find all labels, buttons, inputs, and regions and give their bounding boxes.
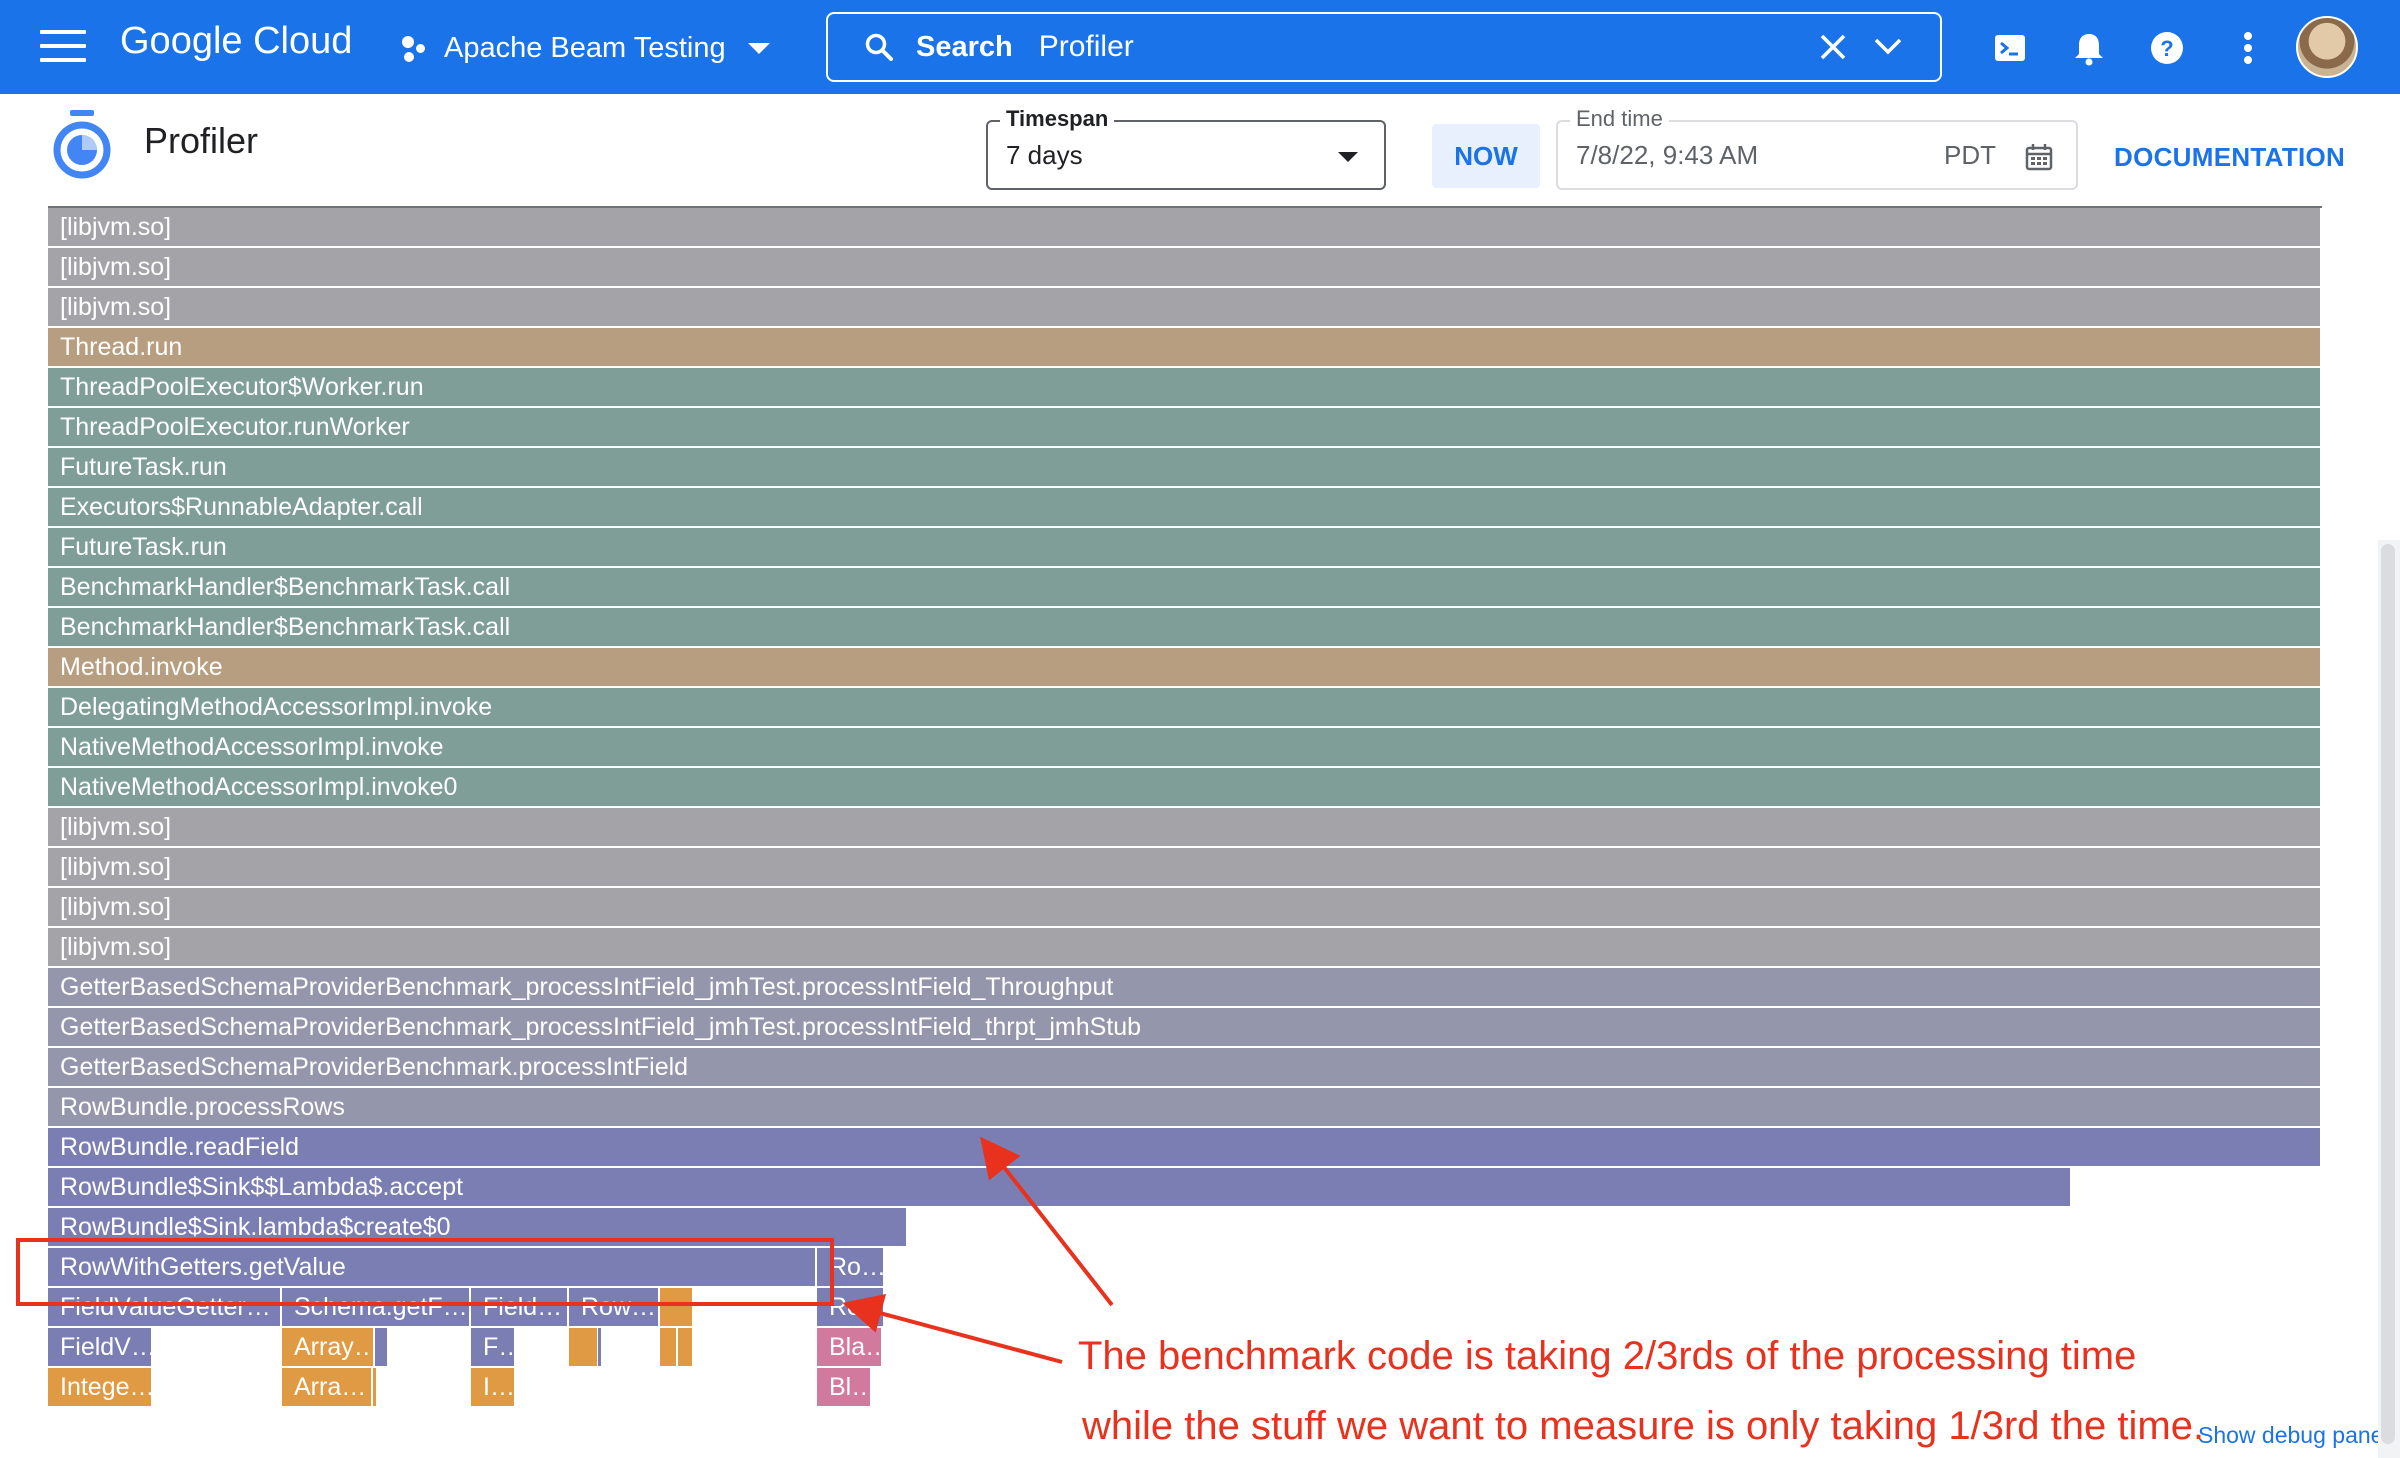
page-title: Profiler bbox=[144, 120, 259, 161]
flame-frame[interactable]: Arra… bbox=[282, 1368, 373, 1406]
chevron-down-icon bbox=[747, 42, 770, 54]
annotation-text-line-2: while the stuff we want to measure is on… bbox=[1082, 1404, 2205, 1448]
flame-frame[interactable]: F… bbox=[471, 1328, 516, 1366]
google-cloud-logo[interactable]: Google Cloud bbox=[120, 20, 352, 63]
annotation-text-line-1: The benchmark code is taking 2/3rds of t… bbox=[1078, 1334, 2137, 1378]
avatar[interactable] bbox=[2296, 16, 2358, 78]
flame-frame[interactable] bbox=[678, 1328, 694, 1366]
flame-frame[interactable] bbox=[660, 1328, 678, 1366]
flame-frame[interactable] bbox=[375, 1328, 389, 1366]
end-time-field[interactable]: End time 7/8/22, 9:43 AM PDT bbox=[1556, 106, 2078, 190]
flame-frame[interactable]: RowBundle.readField bbox=[48, 1128, 2322, 1166]
search-icon bbox=[865, 33, 893, 61]
project-selector[interactable]: Apache Beam Testing bbox=[400, 28, 770, 68]
flame-frame[interactable]: Method.invoke bbox=[48, 648, 2322, 686]
flame-frame[interactable]: [libjvm.so] bbox=[48, 288, 2322, 326]
timespan-value: 7 days bbox=[1006, 140, 1083, 170]
flame-frame[interactable]: Thread.run bbox=[48, 328, 2322, 366]
search-label: Search bbox=[916, 30, 1013, 63]
flame-frame[interactable]: FieldValueGetter… bbox=[48, 1288, 282, 1326]
flame-graph: [libjvm.so] [libjvm.so] [libjvm.so] Thread.… bbox=[48, 206, 2322, 1426]
notifications-icon[interactable] bbox=[2069, 28, 2109, 68]
flame-frame[interactable]: Bla… bbox=[817, 1328, 883, 1366]
top-app-bar: Google Cloud Apache Beam Testing Search bbox=[0, 0, 2400, 94]
flame-frame[interactable] bbox=[598, 1328, 603, 1366]
flame-frame[interactable]: Row… bbox=[569, 1288, 660, 1326]
documentation-link[interactable]: DOCUMENTATION bbox=[2114, 142, 2345, 173]
flame-frame[interactable]: [libjvm.so] bbox=[48, 208, 2322, 246]
flame-frame[interactable]: [libjvm.so] bbox=[48, 248, 2322, 286]
flame-frame[interactable]: RowBundle.processRows bbox=[48, 1088, 2322, 1126]
flame-frame[interactable]: [libjvm.so] bbox=[48, 928, 2322, 966]
timespan-label: Timespan bbox=[1000, 106, 1115, 132]
end-time-label: End time bbox=[1570, 106, 1669, 132]
timespan-select[interactable]: Timespan 7 days bbox=[986, 106, 1386, 190]
flame-frame[interactable]: ThreadPoolExecutor.runWorker bbox=[48, 408, 2322, 446]
flame-frame[interactable]: FutureTask.run bbox=[48, 448, 2322, 486]
flame-frame[interactable]: Ro… bbox=[817, 1288, 885, 1326]
search-bar[interactable]: Search bbox=[826, 12, 1942, 82]
flame-frame[interactable]: I… bbox=[471, 1368, 516, 1406]
flame-frame[interactable]: [libjvm.so] bbox=[48, 808, 2322, 846]
menu-icon[interactable] bbox=[40, 30, 86, 66]
flame-frame[interactable]: BenchmarkHandler$BenchmarkTask.call bbox=[48, 568, 2322, 606]
flame-frame[interactable]: [libjvm.so] bbox=[48, 848, 2322, 886]
more-vert-icon[interactable] bbox=[2228, 28, 2268, 68]
timezone-label: PDT bbox=[1944, 140, 1996, 170]
scrollbar-thumb[interactable] bbox=[2381, 544, 2395, 1444]
flame-frame[interactable]: Bl… bbox=[817, 1368, 872, 1406]
project-icon bbox=[400, 32, 432, 64]
dropdown-arrow-icon bbox=[1338, 152, 1358, 162]
cloud-shell-icon[interactable] bbox=[1990, 28, 2030, 68]
project-name: Apache Beam Testing bbox=[444, 31, 726, 64]
flame-frame[interactable]: RowBundle$Sink$$Lambda$.accept bbox=[48, 1168, 2072, 1206]
flame-frame[interactable]: ThreadPoolExecutor$Worker.run bbox=[48, 368, 2322, 406]
help-icon[interactable]: ? bbox=[2147, 28, 2187, 68]
flame-frame[interactable]: GetterBasedSchemaProviderBenchmark_proce… bbox=[48, 1008, 2322, 1046]
now-button[interactable]: NOW bbox=[1432, 124, 1540, 188]
flame-frame[interactable]: FutureTask.run bbox=[48, 528, 2322, 566]
flame-frame[interactable] bbox=[660, 1288, 694, 1326]
flame-frame[interactable]: DelegatingMethodAccessorImpl.invoke bbox=[48, 688, 2322, 726]
end-time-value: 7/8/22, 9:43 AM bbox=[1576, 140, 1759, 170]
calendar-icon[interactable] bbox=[2024, 142, 2054, 172]
flame-frame[interactable]: BenchmarkHandler$BenchmarkTask.call bbox=[48, 608, 2322, 646]
flame-frame[interactable]: Field… bbox=[471, 1288, 569, 1326]
flame-frame[interactable]: Intege… bbox=[48, 1368, 153, 1406]
flame-frame[interactable]: GetterBasedSchemaProviderBenchmark_proce… bbox=[48, 968, 2322, 1006]
flame-frame[interactable]: [libjvm.so] bbox=[48, 888, 2322, 926]
flame-frame[interactable] bbox=[569, 1328, 599, 1366]
flame-frame[interactable]: NativeMethodAccessorImpl.invoke0 bbox=[48, 768, 2322, 806]
flame-frame[interactable]: RowWithGetters.getValue bbox=[48, 1248, 817, 1286]
flame-frame[interactable]: Schema.getF… bbox=[282, 1288, 471, 1326]
close-icon[interactable] bbox=[1818, 32, 1848, 62]
flame-frame[interactable]: Ro… bbox=[817, 1248, 885, 1286]
flame-frame[interactable]: FieldV… bbox=[48, 1328, 153, 1366]
flame-frame[interactable]: Executors$RunnableAdapter.call bbox=[48, 488, 2322, 526]
profiler-logo-icon bbox=[53, 110, 111, 179]
flame-frame[interactable]: GetterBasedSchemaProviderBenchmark.proce… bbox=[48, 1048, 2322, 1086]
chevron-down-icon[interactable] bbox=[1872, 34, 1904, 60]
flame-frame[interactable] bbox=[373, 1368, 378, 1406]
svg-text:?: ? bbox=[2160, 36, 2173, 61]
flame-frame[interactable]: NativeMethodAccessorImpl.invoke bbox=[48, 728, 2322, 766]
show-debug-panel-link[interactable]: Show debug panel bbox=[2198, 1422, 2389, 1449]
search-input[interactable] bbox=[1036, 29, 1741, 65]
flame-frame[interactable]: Array… bbox=[282, 1328, 375, 1366]
flame-frame[interactable]: RowBundle$Sink.lambda$create$0 bbox=[48, 1208, 908, 1246]
